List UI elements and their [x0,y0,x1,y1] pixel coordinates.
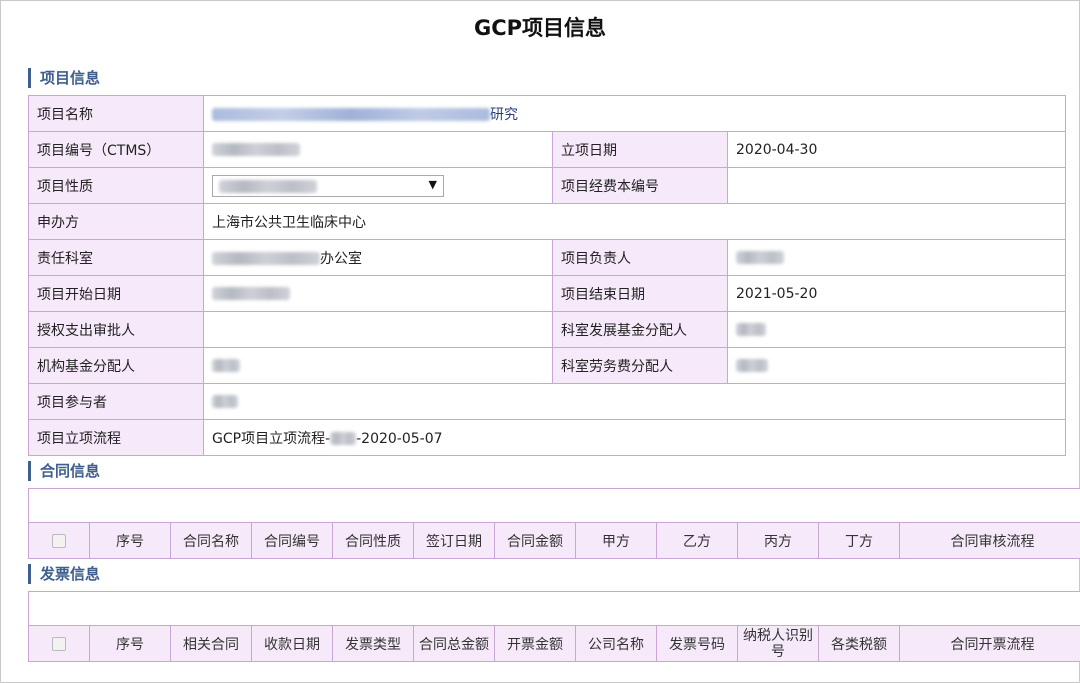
dropdown-arrow-icon: ▼ [428,177,437,191]
project-name-label: 项目名称 [28,95,204,132]
setup-process-label: 项目立项流程 [28,419,204,456]
labor-fee-label: 科室劳务费分配人 [552,347,728,384]
row-setup-process: 项目立项流程 GCP项目立项流程- -2020-05-07 [28,419,1066,456]
redacted-labor-fee-allocator [736,359,768,372]
setup-process-prefix: GCP项目立项流程- [212,430,331,447]
end-date-value: 2021-05-20 [727,275,1066,312]
sponsor-label: 申办方 [28,203,204,240]
invoice-col-tax: 各类税额 [818,625,900,662]
row-participants: 项目参与者 [28,383,1066,420]
invoice-col-seq: 序号 [89,625,171,662]
redacted-nature-option [219,179,317,193]
contract-table: 序号 合同名称 合同编号 合同性质 签订日期 合同金额 甲方 乙方 丙方 丁方 … [27,488,1080,559]
project-nature-label: 项目性质 [28,167,204,204]
section-title-project: 项目信息 [28,68,100,88]
redacted-leader [736,251,784,264]
participants-label: 项目参与者 [28,383,204,420]
org-fund-value [203,347,553,384]
start-date-value [203,275,553,312]
invoice-table: 序号 相关合同 收款日期 发票类型 合同总金额 开票金额 公司名称 发票号码 纳… [27,591,1080,662]
org-fund-label: 机构基金分配人 [28,347,204,384]
contract-toolbar-row [27,488,1080,523]
contract-col-party-a: 甲方 [575,522,657,559]
contract-toolbar [27,488,1080,523]
project-leader-value [727,239,1066,276]
redacted-participants [212,395,238,408]
page-title: GCP项目信息 [473,16,607,40]
redacted-department [212,252,320,265]
row-project-nature: 项目性质 ▼ 项目经费本编号 [28,167,1066,204]
redacted-process-person [330,432,357,445]
row-org-fund: 机构基金分配人 科室劳务费分配人 [28,347,1066,384]
invoice-col-process: 合同开票流程 [898,625,1080,662]
department-value: 办公室 [203,239,553,276]
approver-value [203,311,553,348]
dept-fund-value [727,311,1066,348]
end-date-label: 项目结束日期 [552,275,728,312]
dept-fund-label: 科室发展基金分配人 [552,311,728,348]
contract-col-nature: 合同性质 [332,522,414,559]
contract-col-name: 合同名称 [170,522,252,559]
contract-col-sign-date: 签订日期 [413,522,495,559]
project-name-value: 研究 [203,95,1066,132]
row-sponsor: 申办方 上海市公共卫生临床中心 [28,203,1066,240]
contract-col-party-d: 丁方 [818,522,900,559]
setup-process-value[interactable]: GCP项目立项流程- -2020-05-07 [203,419,1066,456]
project-leader-label: 项目负责人 [552,239,728,276]
invoice-col-taxpayer-id: 纳税人识别号 [737,625,819,662]
department-label: 责任科室 [28,239,204,276]
invoice-col-company: 公司名称 [575,625,657,662]
sponsor-value: 上海市公共卫生临床中心 [203,203,1066,240]
start-date-label: 项目开始日期 [28,275,204,312]
contract-col-party-b: 乙方 [656,522,738,559]
invoice-select-all[interactable] [28,625,90,662]
row-department: 责任科室 办公室 项目负责人 [28,239,1066,276]
row-project-name: 项目名称 研究 [28,95,1066,132]
fund-code-label: 项目经费本编号 [552,167,728,204]
department-suffix: 办公室 [320,250,362,267]
project-name-suffix: 研究 [490,106,518,123]
participants-value [203,383,1066,420]
invoice-col-total-amount: 合同总金额 [413,625,495,662]
contract-header-row: 序号 合同名称 合同编号 合同性质 签订日期 合同金额 甲方 乙方 丙方 丁方 … [28,522,1080,559]
setup-process-suffix: -2020-05-07 [356,430,443,447]
redacted-org-fund-allocator [212,359,240,372]
row-dates: 项目开始日期 项目结束日期 2021-05-20 [28,275,1066,312]
row-approver: 授权支出审批人 科室发展基金分配人 [28,311,1066,348]
invoice-toolbar-row [27,591,1080,626]
invoice-col-receipt-date: 收款日期 [251,625,333,662]
redacted-dept-fund-allocator [736,323,766,336]
project-nature-value: ▼ [203,167,553,204]
project-nature-select[interactable]: ▼ [212,174,444,197]
redacted-start-date [212,287,290,300]
section-title-contract: 合同信息 [28,461,100,481]
contract-col-code: 合同编号 [251,522,333,559]
contract-select-all[interactable] [28,522,90,559]
checkbox-icon[interactable] [52,533,66,548]
project-code-value [203,131,553,168]
contract-col-seq: 序号 [89,522,171,559]
fund-code-value [727,167,1066,204]
row-project-code: 项目编号（CTMS） 立项日期 2020-04-30 [28,131,1066,168]
redacted-project-name [212,108,490,121]
invoice-header-row: 序号 相关合同 收款日期 发票类型 合同总金额 开票金额 公司名称 发票号码 纳… [28,625,1080,662]
invoice-col-type: 发票类型 [332,625,414,662]
invoice-col-number: 发票号码 [656,625,738,662]
contract-col-review-process: 合同审核流程 [898,522,1080,559]
project-code-label: 项目编号（CTMS） [28,131,204,168]
approver-label: 授权支出审批人 [28,311,204,348]
invoice-toolbar [27,591,1080,626]
setup-date-value: 2020-04-30 [727,131,1066,168]
redacted-project-code [212,143,300,156]
contract-col-party-c: 丙方 [737,522,819,559]
contract-col-amount: 合同金额 [494,522,576,559]
project-info-table: 项目名称 研究 项目编号（CTMS） 立项日期 2020-04-30 项目性质 … [28,95,1066,456]
invoice-col-invoice-amount: 开票金额 [494,625,576,662]
labor-fee-value [727,347,1066,384]
checkbox-icon[interactable] [52,636,66,651]
section-title-invoice: 发票信息 [28,564,100,584]
invoice-col-contract: 相关合同 [170,625,252,662]
setup-date-label: 立项日期 [552,131,728,168]
